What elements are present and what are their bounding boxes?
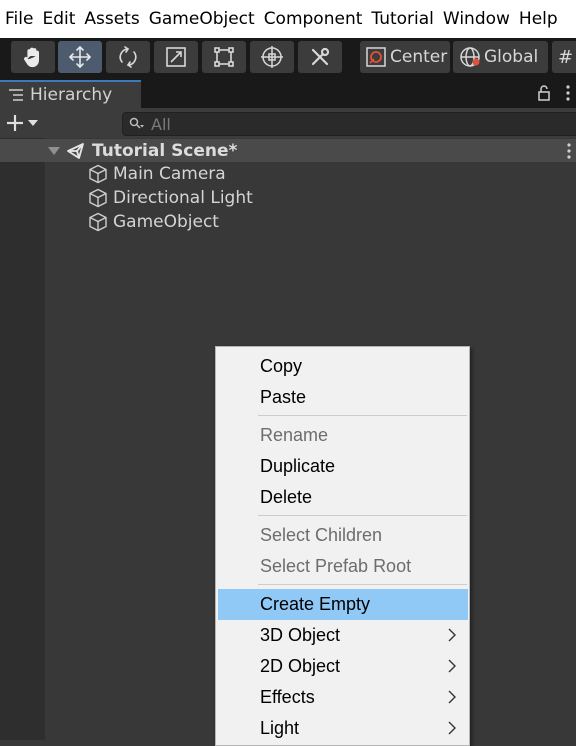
scale-tool-button[interactable] xyxy=(154,41,198,73)
expand-arrow-icon[interactable] xyxy=(48,146,60,156)
menu-item-label: Rename xyxy=(260,425,329,445)
menu-bar: File Edit Assets GameObject Component Tu… xyxy=(0,0,576,38)
menu-item-label: Select Children xyxy=(260,525,383,545)
search-placeholder: All xyxy=(151,114,171,134)
pivot-mode-button[interactable]: Center xyxy=(360,41,450,73)
menu-tutorial[interactable]: Tutorial xyxy=(366,9,438,29)
gameobject-cube-icon xyxy=(89,212,107,232)
more-options-icon[interactable] xyxy=(564,84,572,102)
menu-item-label: Copy xyxy=(260,356,303,376)
menu-item-delete[interactable]: Delete xyxy=(218,482,468,513)
hand-tool-button[interactable] xyxy=(11,41,55,73)
tree-item-gameobject[interactable]: GameObject xyxy=(88,210,219,234)
menu-item-label: Delete xyxy=(260,487,313,507)
globe-icon xyxy=(460,47,480,67)
menu-item-select-children: Select Children xyxy=(218,520,468,551)
menu-window[interactable]: Window xyxy=(438,9,514,29)
gameobject-cube-icon xyxy=(89,164,107,184)
tree-item-directional-light[interactable]: Directional Light xyxy=(88,186,253,210)
chevron-right-icon xyxy=(448,721,456,735)
hierarchy-tab-bar: Hierarchy xyxy=(0,78,576,108)
menu-item-select-prefab-root: Select Prefab Root xyxy=(218,551,468,582)
scale-icon xyxy=(166,47,186,67)
menu-edit[interactable]: Edit xyxy=(37,9,79,29)
context-menu: Copy Paste Rename Duplicate Delete Selec… xyxy=(215,346,470,746)
menu-item-3d-object[interactable]: 3D Object xyxy=(218,620,468,651)
menu-item-rename: Rename xyxy=(218,420,468,451)
chevron-right-icon xyxy=(448,690,456,704)
menu-component[interactable]: Component xyxy=(259,9,367,29)
scene-more-icon[interactable] xyxy=(565,142,573,160)
pivot-space-label: Global xyxy=(484,47,539,67)
hand-icon xyxy=(24,47,39,68)
lock-icon[interactable] xyxy=(536,84,552,102)
menu-item-copy[interactable]: Copy xyxy=(218,351,468,382)
toolbar: Center Global # xyxy=(0,38,576,78)
chevron-right-icon xyxy=(448,659,456,673)
tree-item-main-camera[interactable]: Main Camera xyxy=(88,162,226,186)
tree-item-label: Main Camera xyxy=(113,164,226,184)
scene-row[interactable]: Tutorial Scene* xyxy=(0,139,576,162)
menu-item-label: Select Prefab Root xyxy=(260,556,412,576)
menu-item-label: Duplicate xyxy=(260,456,336,476)
menu-item-paste[interactable]: Paste xyxy=(218,382,468,413)
tree-item-label: Directional Light xyxy=(113,188,253,208)
tab-hierarchy-label: Hierarchy xyxy=(30,85,113,105)
menu-separator xyxy=(258,584,467,585)
plus-icon xyxy=(7,115,23,131)
search-icon xyxy=(129,117,144,129)
menu-item-label: Light xyxy=(260,718,300,738)
transform-icon xyxy=(261,46,283,68)
menu-item-light[interactable]: Light xyxy=(218,713,468,744)
pivot-space-button[interactable]: Global xyxy=(453,41,548,73)
menu-item-create-empty[interactable]: Create Empty xyxy=(218,589,468,620)
chevron-right-icon xyxy=(448,628,456,642)
menu-item-label: Effects xyxy=(260,687,315,707)
gameobject-cube-icon xyxy=(89,188,107,208)
pivot-mode-label: Center xyxy=(390,47,448,67)
menu-gameobject[interactable]: GameObject xyxy=(144,9,259,29)
menu-item-duplicate[interactable]: Duplicate xyxy=(218,451,468,482)
tab-hierarchy[interactable]: Hierarchy xyxy=(0,80,141,108)
rotate-icon xyxy=(119,46,137,68)
list-icon xyxy=(9,89,23,101)
tree-item-label: GameObject xyxy=(113,212,219,232)
transform-tool-button[interactable] xyxy=(250,41,294,73)
tree-gutter xyxy=(0,138,45,740)
create-dropdown-button[interactable] xyxy=(6,112,46,134)
rotate-tool-button[interactable] xyxy=(106,41,150,73)
grid-icon: # xyxy=(558,46,574,68)
menu-item-label: Create Empty xyxy=(260,594,371,614)
move-arrows-icon xyxy=(69,46,91,68)
menu-item-label: 3D Object xyxy=(260,625,341,645)
custom-tool-button[interactable] xyxy=(298,41,342,73)
menu-item-label: Paste xyxy=(260,387,307,407)
menu-item-effects[interactable]: Effects xyxy=(218,682,468,713)
menu-help[interactable]: Help xyxy=(514,9,562,29)
rect-tool-button[interactable] xyxy=(202,41,246,73)
menu-separator xyxy=(258,515,467,516)
hierarchy-search-bar: All xyxy=(0,108,576,138)
snap-settings-button[interactable]: # xyxy=(552,41,576,73)
search-input[interactable]: All xyxy=(122,112,576,136)
move-tool-button[interactable] xyxy=(58,41,102,73)
tools-icon xyxy=(311,47,330,66)
rect-transform-icon xyxy=(214,47,234,67)
menu-assets[interactable]: Assets xyxy=(79,9,143,29)
menu-item-2d-object[interactable]: 2D Object xyxy=(218,651,468,682)
pivot-center-icon xyxy=(366,47,386,67)
menu-item-label: 2D Object xyxy=(260,656,341,676)
unity-scene-icon xyxy=(67,142,84,159)
chevron-down-icon xyxy=(28,120,38,126)
menu-separator xyxy=(258,415,467,416)
scene-name: Tutorial Scene* xyxy=(92,140,238,161)
menu-file[interactable]: File xyxy=(0,9,37,29)
